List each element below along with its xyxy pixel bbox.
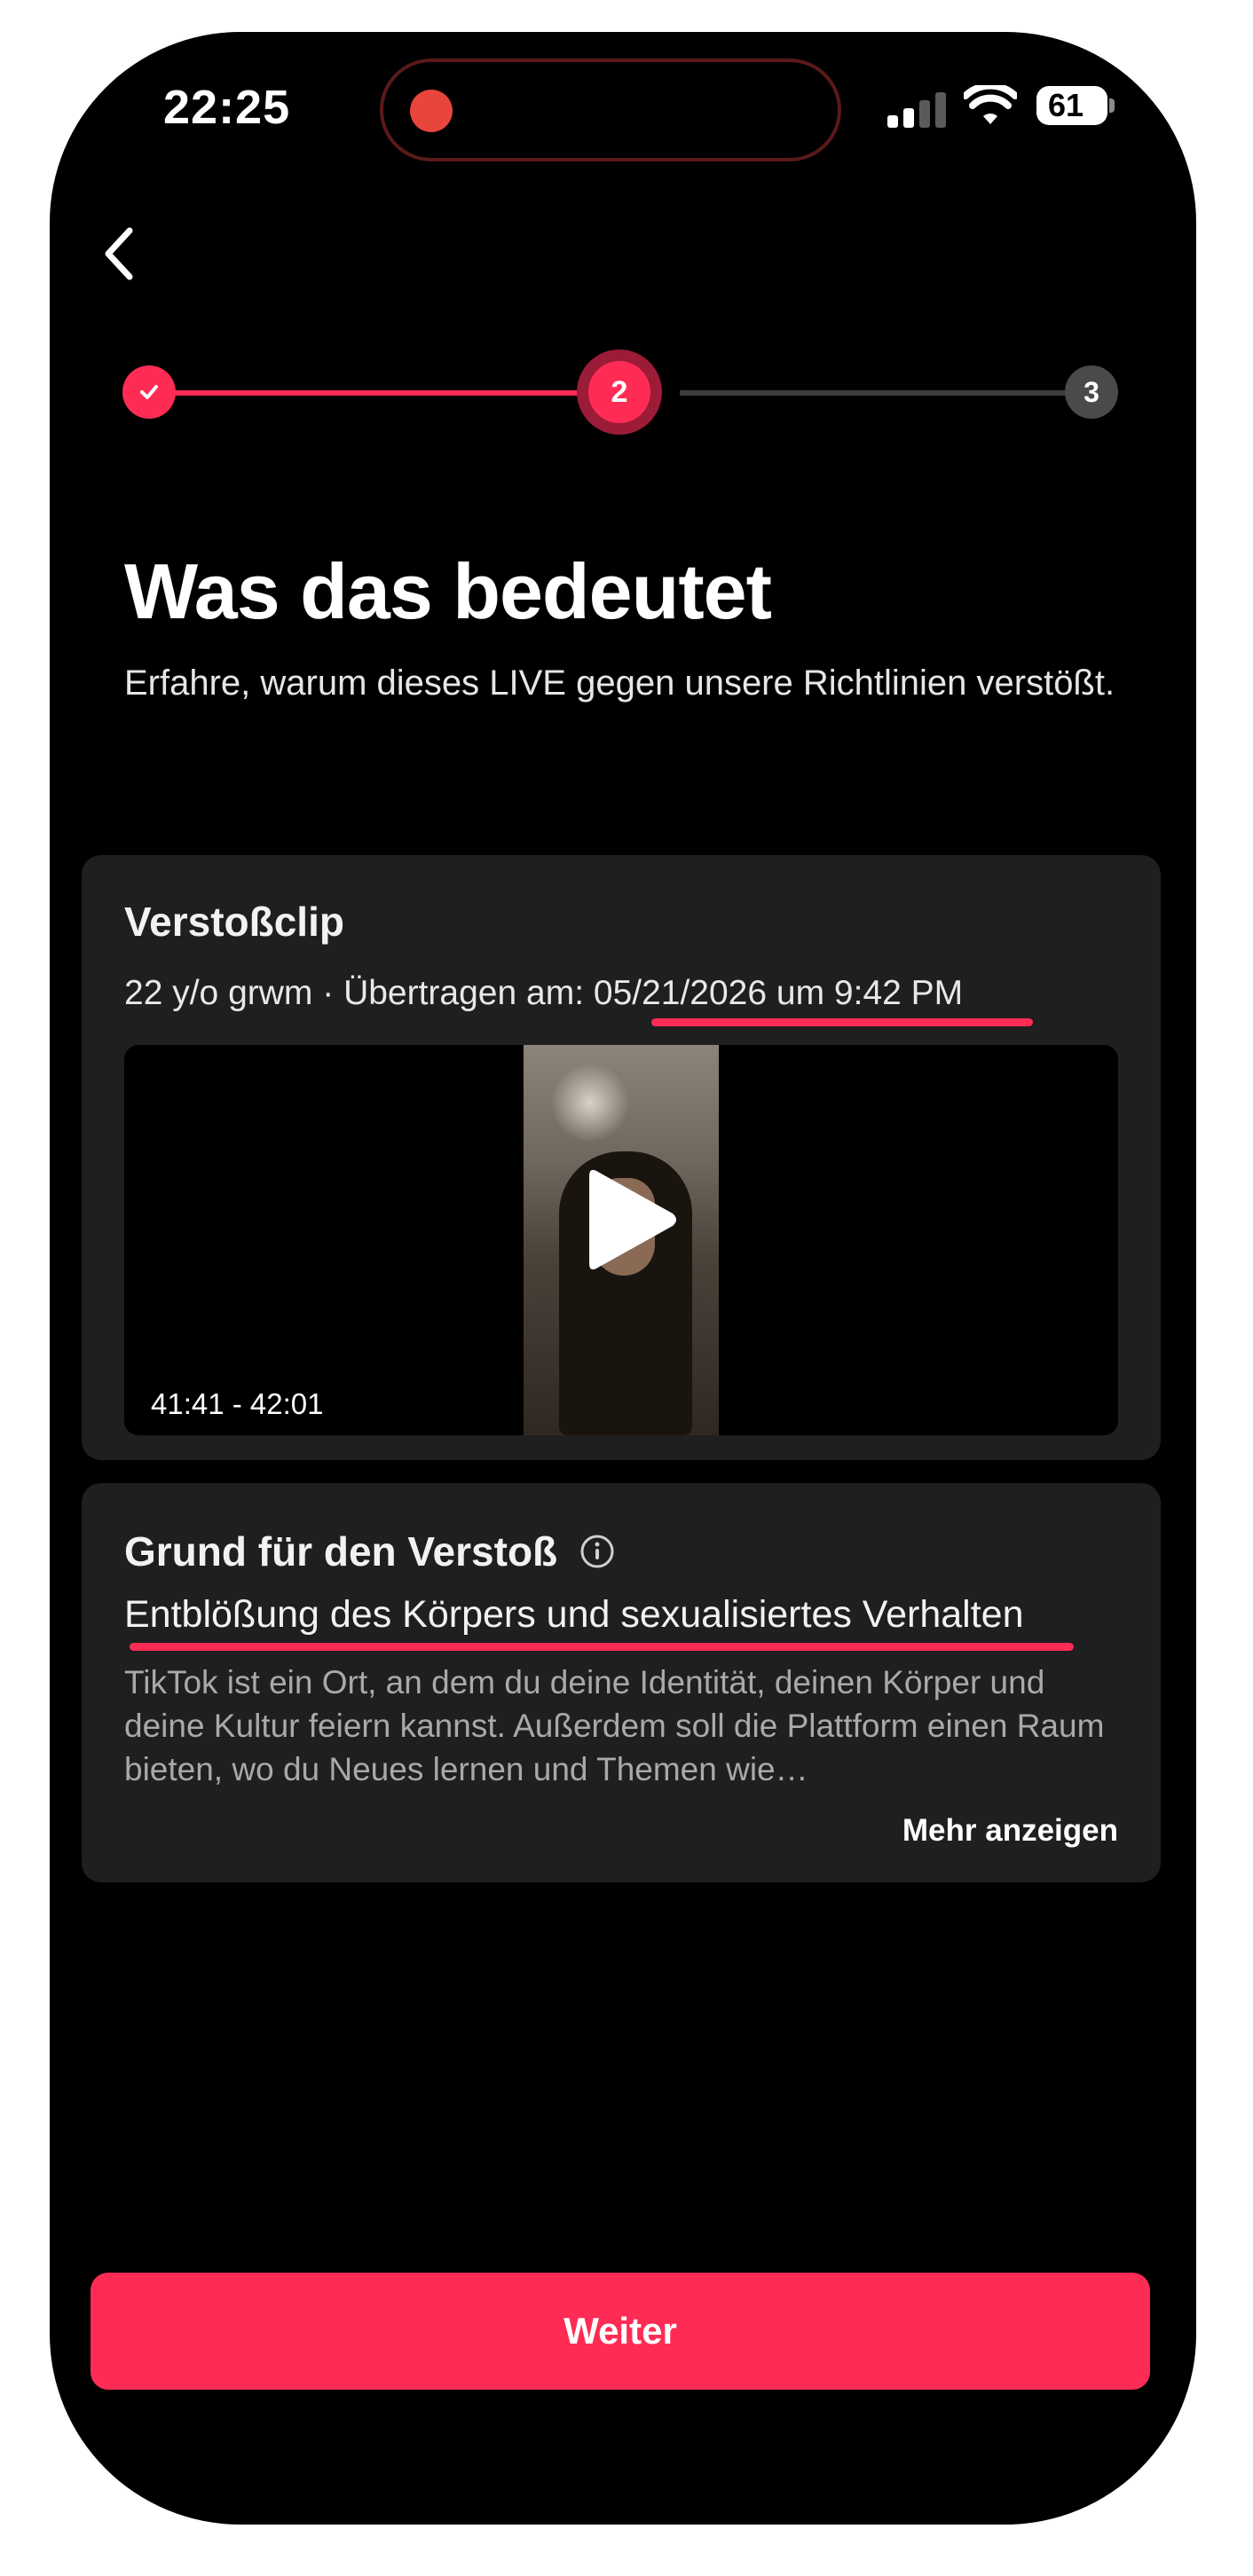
clip-card-title: Verstoßclip: [124, 899, 344, 945]
show-more-link[interactable]: Mehr anzeigen: [902, 1813, 1118, 1849]
page-subtitle: Erfahre, warum dieses LIVE gegen unsere …: [124, 664, 1115, 703]
stepper-progress-remaining: [680, 390, 1106, 396]
info-icon[interactable]: [579, 1533, 616, 1570]
play-icon[interactable]: [584, 1162, 682, 1277]
continue-button[interactable]: Weiter: [91, 2273, 1150, 2390]
battery-cap: [1109, 98, 1115, 113]
back-arrow-icon[interactable]: [89, 218, 146, 289]
checkmark-icon: [140, 385, 158, 399]
reason-description: TikTok ist ein Ort, an dem du deine Iden…: [124, 1664, 1105, 1787]
step-2-label: 2: [588, 361, 650, 423]
reason-card-title: Grund für den Verstoß: [124, 1528, 558, 1575]
step-2-current: 2: [577, 349, 662, 435]
thumbnail-lamp: [550, 1063, 630, 1143]
clip-meta-prefix: 22 y/o grwm · Übertragen am:: [124, 974, 594, 1012]
status-time: 22:25: [163, 81, 291, 134]
date-annotation-underline: [651, 1018, 1033, 1026]
violation-reason-card: Grund für den Verstoß Entblößung des Kör…: [82, 1483, 1161, 1882]
battery-level: 61: [1047, 87, 1084, 123]
battery-icon: 61: [1036, 86, 1107, 125]
cellular-signal-icon: [887, 92, 946, 128]
step-3-pending: 3: [1065, 365, 1118, 419]
reason-annotation-underline: [130, 1643, 1074, 1651]
clip-video-player[interactable]: 41:41 - 42:01: [124, 1045, 1118, 1435]
clip-broadcast-date: 05/21/2026 um 9:42 PM: [593, 974, 964, 1012]
recording-indicator-icon: [410, 90, 453, 132]
page-title: Was das bedeutet: [124, 547, 772, 635]
wifi-icon: [964, 85, 1017, 124]
clip-timestamp: 41:41 - 42:01: [151, 1387, 324, 1420]
violation-clip-card: Verstoßclip 22 y/o grwm · Übertragen am:…: [82, 855, 1161, 1460]
step-1-complete: [122, 365, 176, 419]
dynamic-island: [380, 59, 841, 161]
clip-meta: 22 y/o grwm · Übertragen am: 05/21/2026 …: [124, 974, 963, 1013]
stepper-progress-done: [151, 390, 630, 396]
violation-reason: Entblößung des Körpers und sexualisierte…: [124, 1593, 1024, 1636]
phone-screen: 22:25 61 2 3 Was das bedeutet Erfahre, w…: [50, 32, 1196, 2525]
